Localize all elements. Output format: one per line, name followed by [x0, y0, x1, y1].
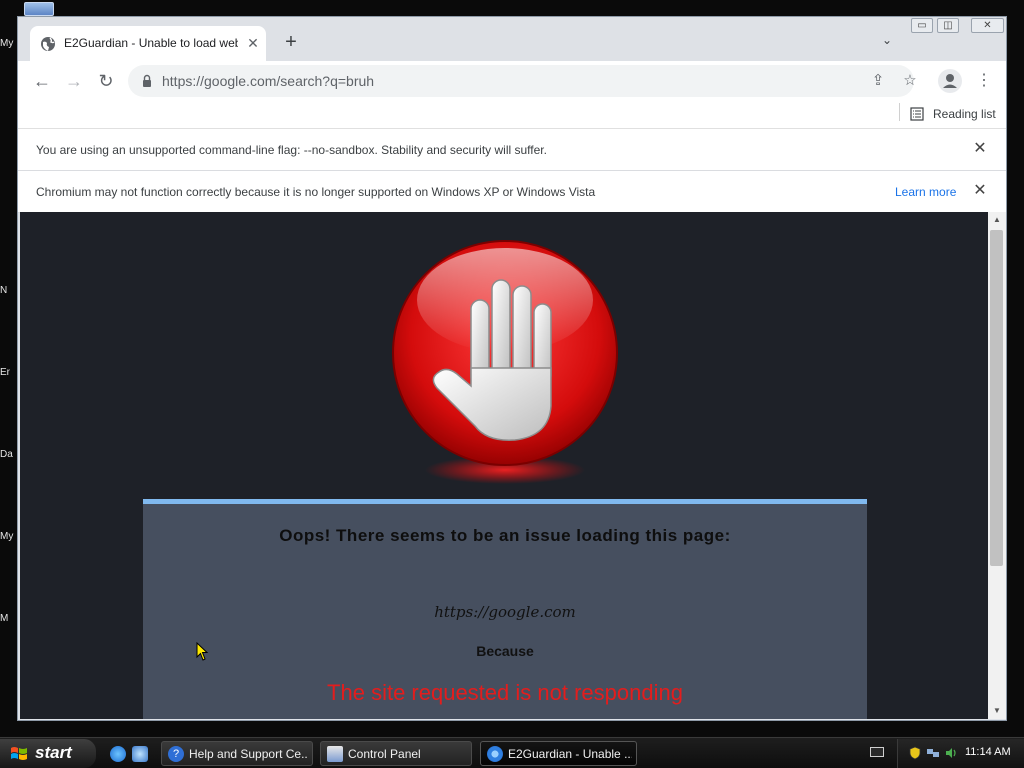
start-label: start [35, 743, 72, 762]
internet-explorer-icon[interactable] [110, 746, 126, 762]
task-label: Help and Support Ce... [189, 747, 307, 761]
task-label: Control Panel [348, 747, 421, 761]
restore-button[interactable]: ◫ [937, 18, 959, 33]
lock-icon [143, 74, 151, 87]
scroll-thumb[interactable] [990, 230, 1003, 566]
task-control-panel[interactable]: Control Panel [320, 741, 472, 766]
infobar-unsupported-os: Chromium may not function correctly beca… [18, 171, 1006, 213]
task-help-and-support[interactable]: ? Help and Support Ce... [161, 741, 313, 766]
quick-launch-icon[interactable] [132, 746, 148, 762]
windows-flag-icon [11, 747, 27, 760]
close-icon[interactable]: ✕ [972, 183, 988, 199]
block-reason: The site requested is not responding [327, 680, 683, 705]
reading-list-icon[interactable] [910, 107, 924, 121]
start-button[interactable]: start [0, 739, 96, 768]
because-label: Because [476, 643, 534, 659]
help-icon: ? [168, 746, 184, 762]
separator [899, 103, 900, 121]
blocked-url: https://google.com [434, 603, 576, 621]
address-url[interactable]: https://google.com/search?q=bruh [162, 73, 374, 89]
vertical-scrollbar[interactable]: ▲ ▼ [988, 212, 1006, 719]
security-shield-icon[interactable] [908, 746, 922, 760]
page-content: Oops! There seems to be an issue loading… [20, 212, 988, 719]
system-tray: 11:14 AM [897, 739, 1024, 768]
tab-close-icon[interactable]: ✕ [244, 34, 262, 52]
menu-dots-icon[interactable]: ⋮ [976, 69, 992, 93]
error-panel: Oops! There seems to be an issue loading… [143, 499, 867, 719]
scroll-up-icon[interactable]: ▲ [988, 212, 1006, 228]
tab-search-icon[interactable]: ⌄ [878, 33, 896, 51]
infobar-sandbox-warning: You are using an unsupported command-lin… [18, 129, 1006, 171]
control-panel-icon [327, 746, 343, 762]
toolbar: ← → ↻ https://google.com/search?q=bruh ⇪… [18, 61, 1006, 101]
bookmark-bar: Reading list [18, 101, 1006, 129]
learn-more-link[interactable]: Learn more [895, 185, 956, 199]
task-e2guardian-browser[interactable]: E2Guardian - Unable ... [480, 741, 637, 766]
mouse-cursor-icon [196, 642, 209, 661]
reload-icon[interactable]: ↻ [94, 69, 118, 93]
infobar-text: You are using an unsupported command-lin… [36, 143, 547, 157]
star-icon[interactable]: ☆ [900, 71, 920, 91]
globe-icon [41, 37, 55, 51]
error-heading: Oops! There seems to be an issue loading… [279, 526, 731, 545]
new-tab-button[interactable]: + [280, 31, 302, 53]
chromium-icon [487, 746, 503, 762]
close-window-button[interactable]: ✕ [971, 18, 1004, 33]
tab-title: E2Guardian - Unable to load website [64, 36, 238, 50]
reading-list-button[interactable]: Reading list [933, 107, 996, 121]
back-arrow-icon[interactable]: ← [30, 69, 54, 93]
forward-arrow-icon[interactable]: → [62, 69, 86, 93]
close-icon[interactable]: ✕ [972, 141, 988, 157]
profile-avatar-icon[interactable] [938, 69, 962, 93]
address-bar[interactable]: https://google.com/search?q=bruh ⇪ ☆ [128, 65, 917, 97]
minimize-button[interactable]: ▭ [911, 18, 933, 33]
infobar-text: Chromium may not function correctly beca… [36, 185, 596, 199]
taskbar-clock[interactable]: 11:14 AM [965, 746, 1011, 758]
task-label: E2Guardian - Unable ... [508, 747, 632, 761]
network-icon[interactable] [926, 746, 940, 760]
stop-hand-icon [392, 240, 618, 484]
share-icon[interactable]: ⇪ [868, 71, 888, 91]
tab-active[interactable]: E2Guardian - Unable to load website ✕ [30, 26, 266, 61]
desktop-icon-top[interactable] [24, 2, 54, 16]
taskbar: start ? Help and Support Ce... Control P… [0, 737, 1024, 768]
keyboard-icon[interactable] [870, 747, 884, 757]
volume-icon[interactable] [944, 746, 958, 760]
browser-window: E2Guardian - Unable to load website ✕ + … [17, 16, 1007, 721]
tab-strip: E2Guardian - Unable to load website ✕ + … [18, 17, 1006, 61]
scroll-down-icon[interactable]: ▼ [988, 703, 1006, 719]
